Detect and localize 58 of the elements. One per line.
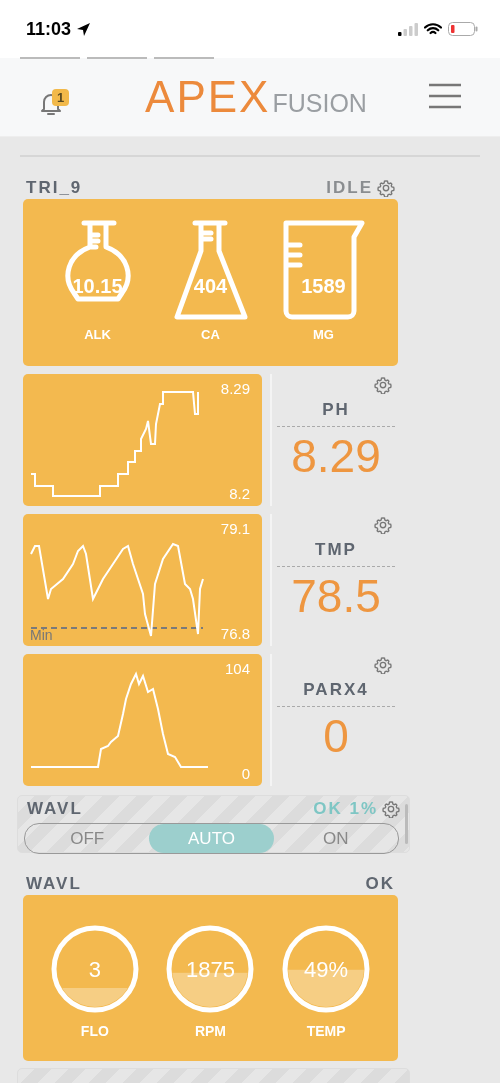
notifications-button[interactable]: 1 bbox=[38, 77, 74, 117]
probe-name: PH bbox=[277, 400, 395, 427]
reading-value: 404 bbox=[192, 275, 229, 298]
settings-icon[interactable] bbox=[374, 376, 392, 394]
mode-option[interactable]: AUTO bbox=[149, 824, 274, 853]
reading-label: MG bbox=[313, 327, 334, 342]
notification-count: 1 bbox=[52, 89, 70, 106]
probe-name: TMP bbox=[277, 540, 395, 567]
gauge-icon bbox=[282, 925, 371, 1013]
trident-tile[interactable]: 10.15 ALK 404 CA 1589 MG bbox=[23, 199, 398, 366]
gauge-label: RPM bbox=[194, 1023, 227, 1039]
max-value: 8.29 bbox=[220, 380, 250, 397]
reading-label: ALK bbox=[84, 327, 111, 342]
gauge-value: 1875 bbox=[185, 957, 236, 983]
min-value: 76.8 bbox=[220, 625, 250, 642]
wifi-icon bbox=[424, 22, 442, 36]
max-value: 104 bbox=[224, 660, 250, 677]
logo-subtitle: FUSION bbox=[272, 91, 367, 116]
gauge-value: 49% bbox=[303, 957, 350, 983]
settings-icon[interactable] bbox=[374, 656, 392, 674]
module-name: WAVL bbox=[26, 874, 82, 894]
settings-icon[interactable] bbox=[382, 800, 400, 818]
battery-icon bbox=[448, 22, 478, 36]
gauge-label: FLO bbox=[80, 1023, 109, 1039]
sparkline-chart[interactable]: 79.1 Min 76.8 bbox=[23, 514, 262, 646]
min-line-label: Min bbox=[30, 627, 53, 643]
reading-label: CA bbox=[201, 327, 220, 342]
module-status: OK bbox=[365, 874, 395, 894]
settings-icon[interactable] bbox=[377, 179, 395, 197]
outlet-status: OK 1% bbox=[313, 799, 378, 819]
probe-value: 8.29 bbox=[291, 429, 381, 483]
mode-option[interactable]: ON bbox=[273, 824, 398, 853]
gauge-value: 3 bbox=[87, 957, 102, 983]
logo-wordmark: APEX bbox=[145, 75, 271, 119]
settings-icon[interactable] bbox=[374, 516, 392, 534]
gauge-icon bbox=[166, 925, 255, 1013]
gauge-label: TEMP bbox=[306, 1023, 346, 1039]
min-value: 8.2 bbox=[229, 485, 250, 502]
outlet-name: WAVL bbox=[27, 799, 83, 819]
max-value: 79.1 bbox=[220, 520, 250, 537]
reading-value: 10.15 bbox=[71, 275, 124, 298]
location-arrow-icon bbox=[76, 21, 92, 37]
menu-icon bbox=[428, 82, 462, 109]
clock-time: 11:03 bbox=[26, 18, 72, 40]
sparkline-chart[interactable]: 104 0 bbox=[23, 654, 262, 786]
bell-icon bbox=[38, 91, 64, 117]
pump-tile[interactable]: 3 FLO 1875 RPM 49% TEMP bbox=[23, 895, 398, 1061]
min-value: 0 bbox=[241, 765, 250, 782]
mode-option[interactable]: OFF bbox=[25, 824, 150, 853]
probe-value: 0 bbox=[323, 709, 349, 763]
module-status: IDLE bbox=[326, 178, 373, 198]
probe-name: PARX4 bbox=[277, 680, 395, 707]
sparkline-chart[interactable]: 8.29 8.2 bbox=[23, 374, 262, 506]
reading-value: 1589 bbox=[300, 275, 347, 298]
gauge-icon bbox=[50, 925, 139, 1013]
signal-icon bbox=[398, 22, 418, 36]
module-name: TRI_9 bbox=[26, 178, 83, 198]
probe-value: 78.5 bbox=[291, 569, 381, 623]
